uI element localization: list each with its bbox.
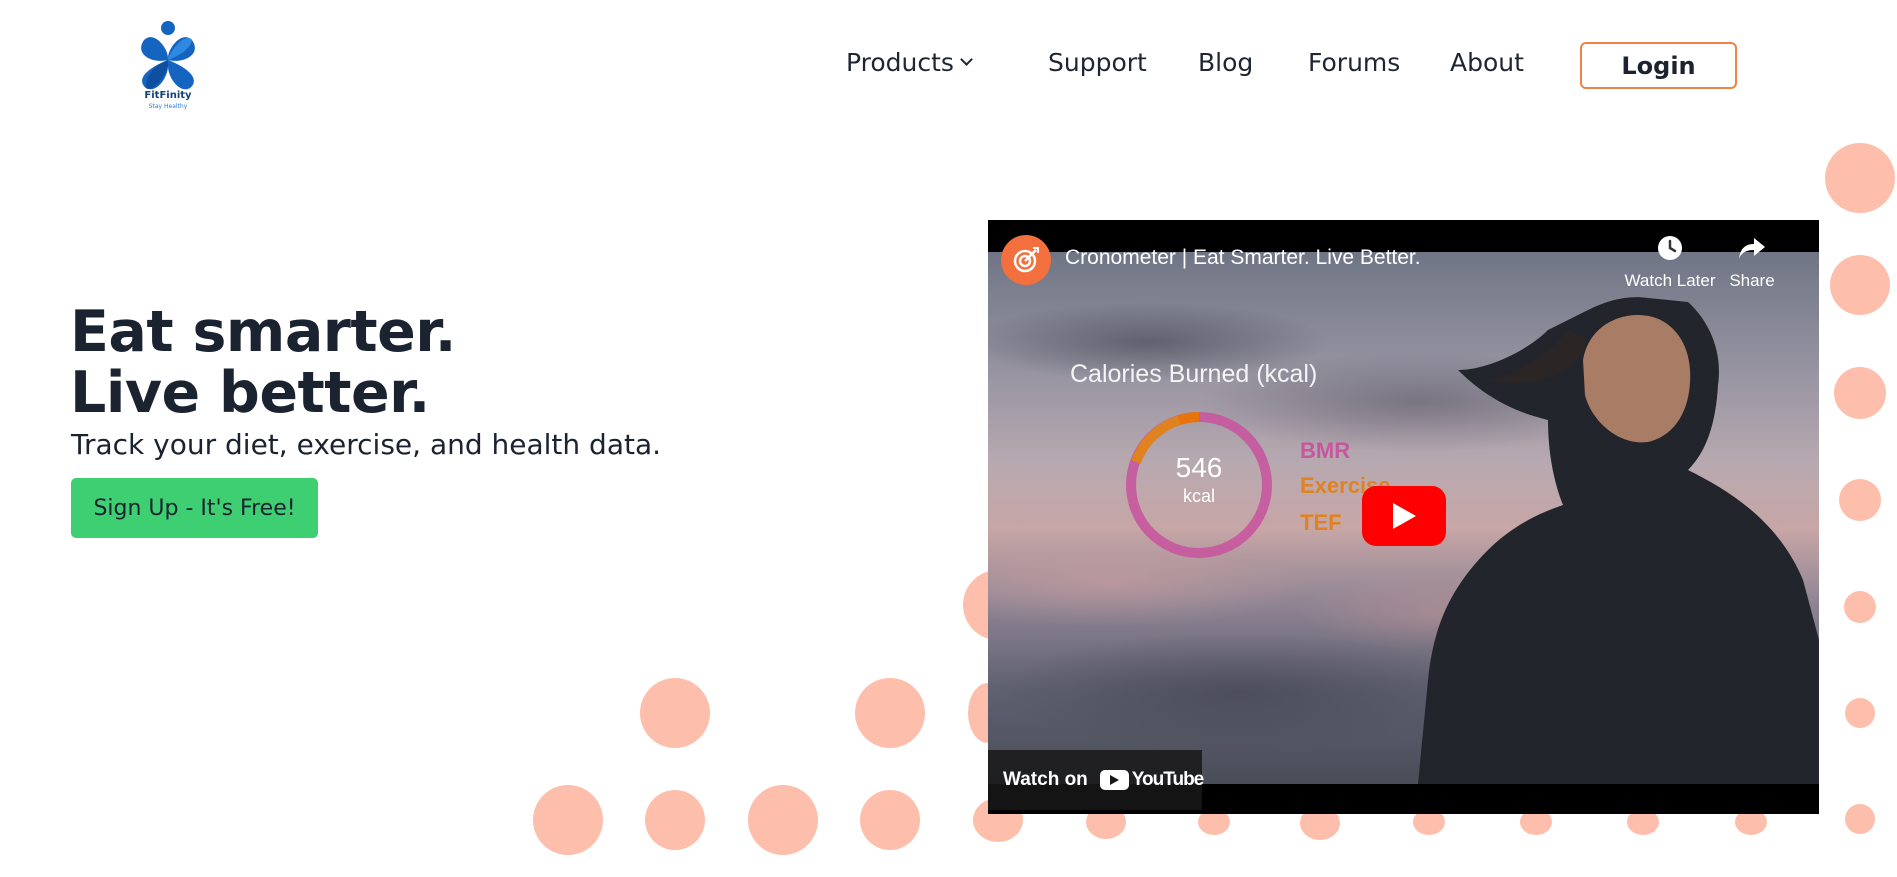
decorative-dot — [855, 678, 925, 748]
clock-icon — [1658, 236, 1682, 260]
decorative-dot — [645, 790, 705, 850]
login-button[interactable]: Login — [1580, 42, 1737, 89]
fitfinity-logo-icon — [141, 21, 195, 90]
share-label: Share — [1729, 271, 1775, 290]
decorative-dot — [1844, 591, 1876, 623]
watch-on-youtube-link[interactable]: Watch on YouTube — [988, 750, 1204, 810]
decorative-dot — [1845, 698, 1875, 728]
share-arrow-icon — [1739, 238, 1765, 259]
calories-ring — [1126, 411, 1272, 558]
nav-item-forums[interactable]: Forums — [1308, 48, 1400, 77]
legend-tef: TEF — [1300, 510, 1342, 535]
target-icon — [1013, 247, 1039, 273]
calories-unit: kcal — [1182, 486, 1215, 506]
signup-button[interactable]: Sign Up - It's Free! — [71, 478, 318, 538]
chevron-down-icon — [960, 53, 973, 66]
hero-subtitle: Track your diet, exercise, and health da… — [71, 428, 662, 461]
legend-bmr: BMR — [1300, 438, 1351, 463]
youtube-play-icon — [1099, 770, 1129, 790]
play-button[interactable] — [1362, 486, 1446, 546]
decorative-dot — [533, 785, 603, 855]
youtube-logo: YouTube — [1099, 769, 1204, 791]
nav-item-products-label: Products — [846, 48, 954, 77]
play-icon — [1393, 503, 1416, 529]
decorative-dot — [1834, 367, 1886, 419]
decorative-dot — [860, 790, 920, 850]
video-embed[interactable]: Cronometer | Eat Smarter. Live Better. W… — [988, 220, 1819, 814]
watch-on-label: Watch on — [1003, 769, 1088, 790]
nav-item-about[interactable]: About — [1450, 48, 1524, 77]
decorative-dot — [1845, 804, 1875, 834]
decorative-dot — [640, 678, 710, 748]
hero-title-line1: Eat smarter. — [70, 299, 456, 365]
brand-name: FitFinity — [144, 90, 192, 101]
brand-logo[interactable]: FitFinity Stay Healthy — [130, 20, 206, 114]
nav-item-blog[interactable]: Blog — [1198, 48, 1253, 77]
video-title[interactable]: Cronometer | Eat Smarter. Live Better. — [1065, 246, 1421, 270]
decorative-dot — [1830, 255, 1890, 315]
decorative-dot — [1839, 479, 1881, 521]
channel-avatar[interactable] — [1001, 235, 1051, 285]
decorative-dot — [748, 785, 818, 855]
overlay-chart-title: Calories Burned (kcal) — [1070, 360, 1318, 388]
hero-title: Eat smarter. Live better. — [70, 302, 456, 424]
nav-item-support[interactable]: Support — [1048, 48, 1147, 77]
youtube-wordmark: YouTube — [1131, 769, 1204, 790]
watch-later-label: Watch Later — [1624, 271, 1716, 290]
decorative-dot — [1825, 143, 1895, 213]
brand-tagline: Stay Healthy — [148, 103, 188, 110]
hero-title-line2: Live better. — [70, 360, 430, 426]
watch-later-button[interactable]: Watch Later — [1615, 234, 1725, 291]
share-button[interactable]: Share — [1717, 234, 1787, 291]
nav-item-products[interactable]: Products — [846, 48, 973, 77]
calories-value: 546 — [1175, 452, 1223, 483]
